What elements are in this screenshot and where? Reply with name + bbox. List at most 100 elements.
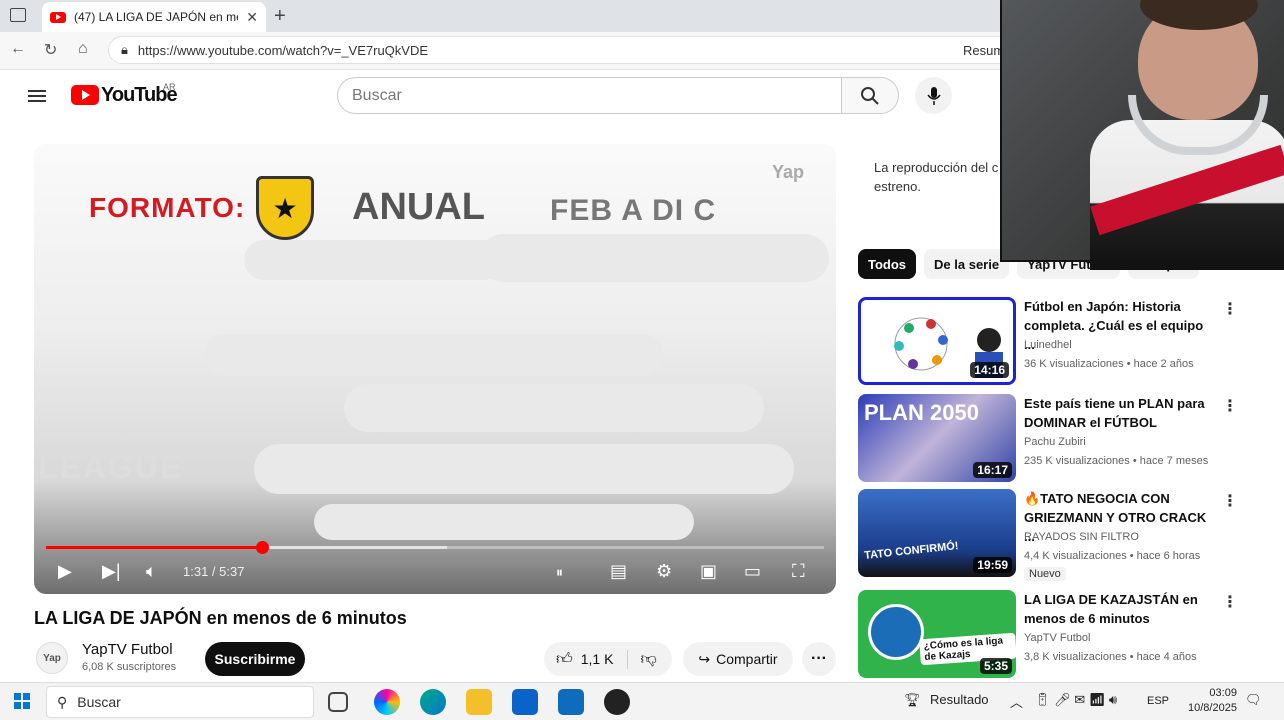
microphone-icon <box>926 86 941 105</box>
played-bar <box>46 546 262 549</box>
recommendation-meta: 4,4 K visualizaciones • hace 6 horas <box>1024 550 1201 562</box>
volume-icon[interactable]: 🔈︎ <box>146 561 157 582</box>
reload-icon[interactable]: ↻ <box>44 40 57 60</box>
url-text: https://www.youtube.com/watch?v=_VE7ruQk… <box>137 42 429 58</box>
more-actions-button[interactable]: ··· <box>802 642 836 676</box>
hamburger-menu-icon[interactable] <box>28 87 46 105</box>
scrubber-handle[interactable] <box>255 541 269 554</box>
premiere-notice: La reproducción del c estreno. <box>874 160 999 194</box>
more-options-icon[interactable]: ⋮ <box>1222 396 1238 416</box>
url-field[interactable]: 🔒︎ https://www.youtube.com/watch?v=_VE7r… <box>108 36 1028 64</box>
tab-actions-icon[interactable] <box>10 8 26 22</box>
autoplay-toggle-icon[interactable]: ⏸︎ <box>556 564 563 581</box>
channel-name[interactable]: YapTV Futbol <box>82 641 173 658</box>
recommendation-meta: 36 K visualizaciones • hace 2 años <box>1024 358 1194 370</box>
tray-expand-icon[interactable]: ︿ <box>1010 692 1023 711</box>
channel-avatar[interactable]: Yap <box>36 642 68 674</box>
like-dislike-group: 👍︎ 1,1 K 👎︎ <box>544 642 672 676</box>
channel-watermark[interactable]: Yap <box>772 162 804 183</box>
play-icon[interactable]: ▶ <box>58 561 72 582</box>
close-tab-icon[interactable]: ✕ <box>246 9 258 26</box>
recommendation-item[interactable]: PLAN 2050 16:17 Este país tiene un PLAN … <box>858 394 1258 484</box>
more-options-icon[interactable]: ⋮ <box>1222 491 1238 511</box>
browser-tab[interactable]: (47) LA LIGA DE JAPÓN en menos de 6 minu… <box>42 2 266 32</box>
video-thumbnail[interactable]: PLAN 2050 16:17 <box>858 394 1016 482</box>
share-button[interactable]: ↪ Compartir <box>683 642 793 676</box>
task-view-icon[interactable] <box>328 692 348 712</box>
edge-browser-icon[interactable] <box>420 689 446 715</box>
voice-search-button[interactable] <box>915 77 952 114</box>
outlook-icon[interactable] <box>558 689 584 715</box>
copilot-icon[interactable] <box>374 689 400 715</box>
recommendation-item[interactable]: TATO CONFIRMÓ! 19:59 🔥TATO NEGOCIA CON G… <box>858 489 1258 581</box>
chip-from-series[interactable]: De la serie <box>924 249 1010 279</box>
settings-gear-icon[interactable]: ⚙ <box>656 561 672 582</box>
tray-icons[interactable]: 🔋︎ 🎤︎ ✉︎ 📶︎ 🔊︎ <box>1034 692 1117 708</box>
clock-date: 10/8/2025 <box>1188 702 1237 714</box>
share-icon: ↪ <box>698 650 711 667</box>
more-options-icon[interactable]: ⋮ <box>1222 299 1238 319</box>
new-tab-button[interactable]: + <box>274 5 286 28</box>
like-count[interactable]: 1,1 K <box>581 651 614 667</box>
resume-button[interactable]: Resum <box>963 43 1004 58</box>
duration-badge: 5:35 <box>979 658 1012 674</box>
tab-title: (47) LA LIGA DE JAPÓN en menos de 6 minu… <box>74 10 238 24</box>
recommendation-meta: 3,8 K visualizaciones • hace 4 años <box>1024 651 1197 663</box>
recommendation-channel[interactable]: YapTV Futbol <box>1024 632 1090 644</box>
file-explorer-icon[interactable] <box>466 689 492 715</box>
video-title: LA LIGA DE JAPÓN en menos de 6 minutos <box>34 608 407 628</box>
overlay-format-text: FORMATO: <box>89 192 246 223</box>
subscriber-count: 6,08 K suscriptores <box>82 661 177 673</box>
jleague-background-text: LEAGUE <box>38 449 184 485</box>
taskbar-clock[interactable]: 03:09 10/8/2025 <box>1188 686 1237 716</box>
recommendation-meta: 235 K visualizaciones • hace 7 meses <box>1024 455 1209 467</box>
country-code: AR <box>163 82 176 92</box>
fullscreen-icon[interactable]: ⛶ <box>792 561 805 582</box>
subscribe-button[interactable]: Suscribirme <box>205 642 305 676</box>
search-button[interactable] <box>841 77 899 114</box>
overlay-annual-text: ANUAL <box>352 186 485 228</box>
store-icon[interactable] <box>512 689 538 715</box>
duration-badge: 14:16 <box>970 362 1009 378</box>
recommendation-channel[interactable]: RAYADOS SIN FILTRO <box>1024 531 1139 543</box>
notifications-icon[interactable]: 🗨︎ <box>1245 692 1262 708</box>
recommendation-channel[interactable]: Pachu Zubiri <box>1024 436 1086 448</box>
miniplayer-icon[interactable]: ▣ <box>700 561 717 582</box>
video-player[interactable]: FORMATO: ★ ANUAL FEB A DI C Yap LEAGUE ▶… <box>34 144 836 594</box>
thumbnail-text: PLAN 2050 <box>864 400 979 425</box>
recommendation-title[interactable]: LA LIGA DE KAZAJSTÁN en menos de 6 minut… <box>1024 590 1214 628</box>
video-thumbnail[interactable]: 14:16 <box>858 297 1016 385</box>
theater-mode-icon[interactable]: ▭ <box>744 561 761 582</box>
video-thumbnail[interactable]: ¿Cómo es la liga de Kazajs 5:35 <box>858 590 1016 678</box>
search-icon <box>861 86 879 105</box>
recommendation-title[interactable]: Este país tiene un PLAN para DOMINAR el … <box>1024 394 1214 432</box>
language-indicator[interactable]: ESP <box>1147 695 1169 707</box>
search-placeholder: Buscar <box>352 86 402 104</box>
app-icon[interactable] <box>604 689 630 715</box>
time-display: 1:31 / 5:37 <box>183 564 245 579</box>
recommendation-item[interactable]: 14:16 Fútbol en Japón: Historia completa… <box>858 297 1258 387</box>
weather-label[interactable]: Resultado <box>930 692 989 707</box>
thumbnail-text: TATO CONFIRMÓ! <box>863 540 960 562</box>
thumbs-up-icon[interactable]: 👍︎ <box>556 650 573 669</box>
home-icon[interactable]: ⌂ <box>78 40 88 58</box>
windows-start-icon[interactable] <box>14 693 30 709</box>
back-icon[interactable]: ← <box>10 40 26 58</box>
next-icon[interactable]: ▶| <box>102 561 121 582</box>
duration-badge: 19:59 <box>973 557 1012 573</box>
lock-icon: 🔒︎ <box>121 42 128 57</box>
taskbar-search[interactable]: ⚲ Buscar <box>46 686 314 718</box>
weather-icon[interactable]: 🏆︎ <box>904 692 921 708</box>
subtitles-icon[interactable]: ▤ <box>610 561 627 582</box>
more-options-icon[interactable]: ⋮ <box>1222 592 1238 612</box>
overlay-range-text: FEB A DI C <box>550 194 717 227</box>
taskbar-search-label: Buscar <box>77 694 121 710</box>
search-input[interactable]: Buscar <box>337 77 842 114</box>
recommendation-channel[interactable]: Luinedhel <box>1024 339 1072 351</box>
chip-all[interactable]: Todos <box>858 249 917 279</box>
clock-time: 03:09 <box>1209 687 1237 699</box>
recommendation-item[interactable]: ¿Cómo es la liga de Kazajs 5:35 LA LIGA … <box>858 590 1258 680</box>
video-thumbnail[interactable]: TATO CONFIRMÓ! 19:59 <box>858 489 1016 577</box>
thumbs-down-icon[interactable]: 👎︎ <box>627 649 657 669</box>
youtube-logo-icon[interactable] <box>71 85 99 105</box>
